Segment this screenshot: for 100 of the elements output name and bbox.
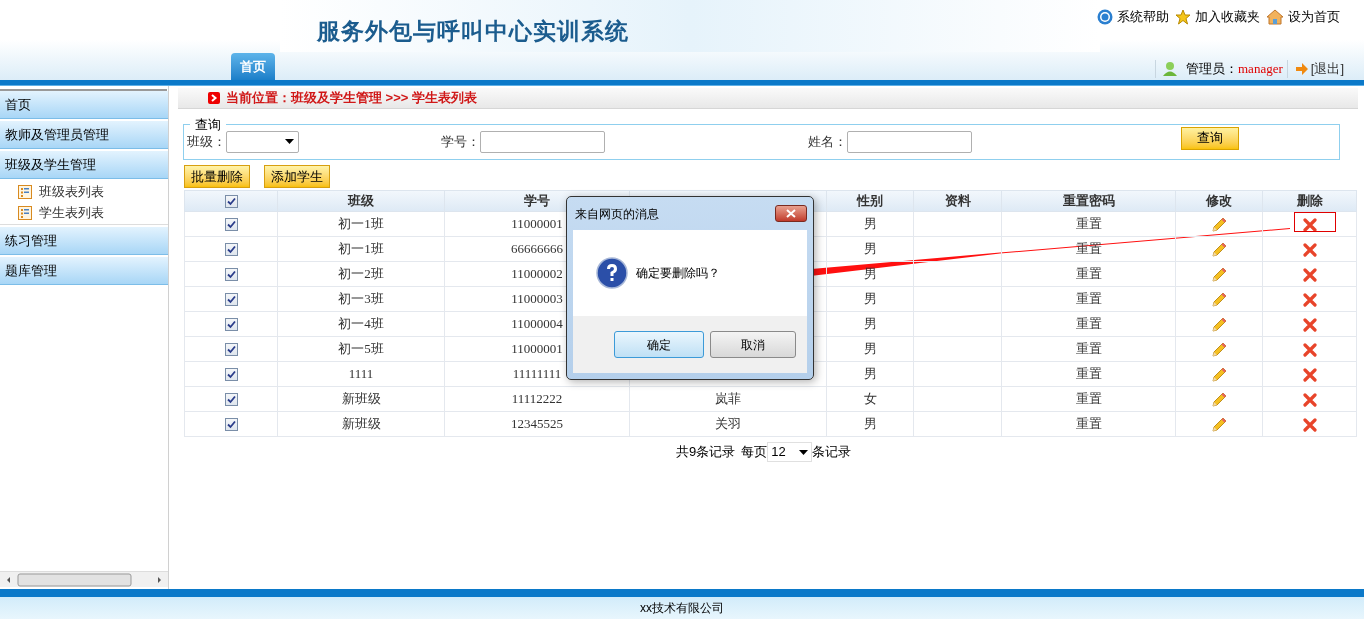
pencil-icon[interactable] — [1211, 216, 1227, 233]
pencil-icon[interactable] — [1211, 341, 1227, 358]
chevron-icon — [208, 92, 220, 104]
delete-icon[interactable] — [1302, 367, 1317, 382]
user-icon — [1162, 61, 1178, 77]
user-label: 管理员： — [1186, 60, 1238, 79]
sidebar-item[interactable]: 首页 — [0, 91, 168, 119]
caret-icon — [799, 449, 809, 455]
sidebar-item[interactable]: 班级及学生管理 — [0, 151, 168, 179]
column-header: 重置密码 — [1001, 190, 1176, 212]
delete-icon[interactable] — [1302, 217, 1317, 232]
checkbox[interactable] — [224, 343, 238, 357]
column-header: 班级 — [277, 190, 445, 212]
table-cell: 初一1班 — [277, 236, 445, 262]
per-page-label: 每页 — [741, 443, 768, 462]
table-cell: 女 — [826, 386, 914, 412]
delete-icon[interactable] — [1302, 317, 1317, 332]
record-suffix: 条记录 — [812, 443, 852, 462]
column-header: 性别 — [826, 190, 914, 212]
table-cell: 男 — [826, 261, 914, 287]
sidebar-item[interactable]: 教师及管理员管理 — [0, 121, 168, 149]
delete-icon[interactable] — [1302, 242, 1317, 257]
reset-link[interactable]: 重置 — [1001, 411, 1176, 437]
pencil-icon[interactable] — [1211, 391, 1227, 408]
header-link[interactable]: 加入收藏夹 — [1195, 7, 1260, 27]
delete-icon[interactable] — [1302, 342, 1317, 357]
action-button[interactable]: 批量删除 — [184, 165, 250, 188]
column-header: 删除 — [1262, 190, 1357, 212]
checkbox[interactable] — [224, 195, 238, 209]
close-icon — [786, 209, 796, 218]
header-link[interactable]: 设为首页 — [1288, 7, 1340, 27]
table-cell: 12345525 — [444, 411, 630, 437]
input-field[interactable] — [847, 130, 972, 153]
table-cell: 男 — [826, 411, 914, 437]
logout-link[interactable]: [退出] — [1310, 59, 1344, 79]
table-cell: 初一4班 — [277, 311, 445, 337]
table-cell: 1111 — [277, 361, 445, 387]
sidebar-subitem[interactable]: 学生表列表 — [39, 203, 104, 223]
action-button[interactable]: 添加学生 — [264, 165, 330, 188]
table-cell: 初一3班 — [277, 286, 445, 312]
app-title: 服务外包与呼叫中心实训系统 — [317, 17, 629, 46]
reset-link[interactable]: 重置 — [1001, 361, 1176, 387]
column-header: 修改 — [1175, 190, 1263, 212]
checkbox[interactable] — [224, 218, 238, 232]
table-cell: 男 — [826, 286, 914, 312]
reset-link[interactable]: 重置 — [1001, 336, 1176, 362]
class-dropdown[interactable] — [226, 130, 299, 153]
reset-link[interactable]: 重置 — [1001, 286, 1176, 312]
dialog-button[interactable]: 取消 — [710, 331, 796, 358]
sidebar-item[interactable]: 练习管理 — [0, 227, 168, 255]
search-button[interactable]: 查询 — [1181, 126, 1239, 150]
table-cell: 男 — [826, 361, 914, 387]
column-header: 资料 — [913, 190, 1002, 212]
field-label: 学号： — [441, 132, 480, 151]
field-label: 姓名： — [808, 132, 847, 151]
scrollbar[interactable] — [0, 571, 168, 587]
panel-legend: 查询 — [190, 115, 226, 135]
caret-icon — [285, 139, 294, 144]
delete-icon[interactable] — [1302, 292, 1317, 307]
house-icon — [1266, 8, 1284, 25]
checkbox[interactable] — [224, 268, 238, 282]
checkbox[interactable] — [224, 318, 238, 332]
dialog-button[interactable]: 确定 — [614, 331, 704, 358]
table-cell: 男 — [826, 236, 914, 262]
pencil-icon[interactable] — [1211, 416, 1227, 433]
page-size-dropdown[interactable]: 12 — [767, 442, 813, 462]
checkbox[interactable] — [224, 418, 238, 432]
reset-link[interactable]: 重置 — [1001, 311, 1176, 337]
pencil-icon[interactable] — [1211, 241, 1227, 258]
arrow-icon — [1295, 63, 1308, 75]
header-link[interactable]: 系统帮助 — [1117, 7, 1169, 27]
input-field[interactable] — [480, 130, 605, 153]
sidebar-item[interactable]: 题库管理 — [0, 257, 168, 285]
checkbox[interactable] — [224, 368, 238, 382]
delete-icon[interactable] — [1302, 267, 1317, 282]
highlight-box — [1294, 212, 1336, 232]
checkbox[interactable] — [224, 243, 238, 257]
reset-link[interactable]: 重置 — [1001, 386, 1176, 412]
record-count: 共9条记录 — [676, 443, 736, 462]
reset-link[interactable]: 重置 — [1001, 261, 1176, 287]
pencil-icon[interactable] — [1211, 316, 1227, 333]
help-icon — [1097, 8, 1113, 25]
list-icon — [18, 185, 32, 199]
star-icon — [1175, 8, 1191, 25]
table-cell: 岚菲 — [629, 386, 827, 412]
close-button[interactable] — [775, 205, 807, 222]
delete-icon[interactable] — [1302, 392, 1317, 407]
sidebar-subitem[interactable]: 班级表列表 — [39, 182, 104, 202]
table-cell: 男 — [826, 336, 914, 362]
dialog-message: 确定要删除吗？ — [636, 265, 720, 282]
field-label: 班级： — [187, 132, 226, 151]
table-cell: 新班级 — [277, 411, 445, 437]
footer-text: xx技术有限公司 — [640, 600, 724, 617]
checkbox[interactable] — [224, 393, 238, 407]
checkbox[interactable] — [224, 293, 238, 307]
delete-icon[interactable] — [1302, 417, 1317, 432]
pencil-icon[interactable] — [1211, 266, 1227, 283]
reset-link[interactable]: 重置 — [1001, 211, 1176, 237]
pencil-icon[interactable] — [1211, 366, 1227, 383]
pencil-icon[interactable] — [1211, 291, 1227, 308]
